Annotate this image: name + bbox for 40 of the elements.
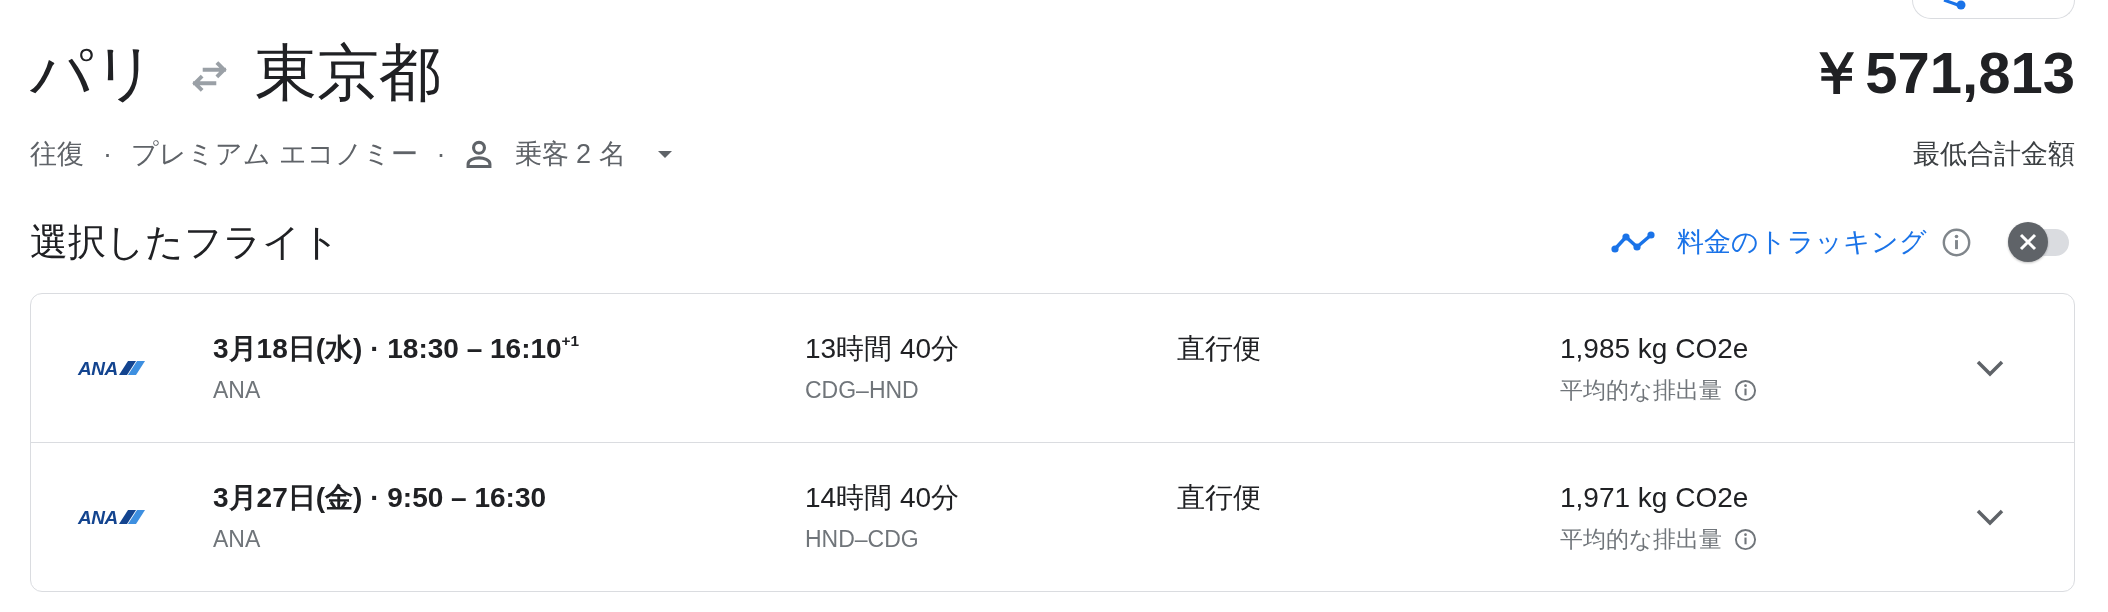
airline-name: ANA: [213, 525, 261, 553]
flight-schedule: 3月27日(金) · 9:50 – 16:30: [213, 481, 547, 515]
chevron-icon: [1976, 359, 2004, 377]
emissions-text: 1,985 kg CO2e: [1560, 332, 1749, 366]
destination-city: 東京都: [255, 37, 441, 109]
flight-route: HND–CDG: [805, 525, 919, 553]
info-icon[interactable]: [1734, 378, 1757, 402]
person-icon: [464, 140, 493, 168]
info-icon[interactable]: [1734, 527, 1757, 551]
stops-text: 直行便: [1177, 332, 1261, 366]
emissions-text: 1,971 kg CO2e: [1560, 481, 1749, 515]
flight-duration: 14時間 40分: [805, 481, 960, 515]
airline-name: ANA: [213, 376, 261, 404]
emissions-label: 平均的な排出量: [1560, 376, 1722, 404]
price-label: 最低合計金額: [1913, 138, 2075, 171]
trend-line-icon: [1611, 231, 1655, 253]
flight-duration: 13時間 40分: [805, 332, 960, 366]
trip-detail: プレミアム エコノミー: [131, 138, 418, 171]
info-icon[interactable]: [1942, 227, 1971, 257]
passengers-dropdown[interactable]: 乗客 2 名: [464, 136, 672, 172]
tracking-toggle[interactable]: [2008, 222, 2069, 262]
section-title: 選択したフライト: [30, 220, 340, 265]
share-icon: [1942, 0, 1966, 10]
airline-logo: ANA: [78, 507, 145, 527]
dropdown-caret-icon: [657, 150, 672, 158]
price-amount: ￥571,813: [1807, 39, 2075, 107]
flight-route: CDG–HND: [805, 376, 919, 404]
dot-separator: ·: [435, 138, 447, 171]
price-tracking-label: 料金のトラッキング: [1677, 226, 1927, 259]
dot-separator: ·: [102, 138, 113, 171]
share-button[interactable]: [1912, 0, 2075, 19]
swap-arrows-icon: [190, 60, 229, 92]
x-icon: [2008, 222, 2048, 262]
stops-text: 直行便: [1177, 481, 1261, 515]
emissions-label: 平均的な排出量: [1560, 525, 1722, 553]
trip-detail: 往復: [30, 138, 84, 171]
origin-city: パリ: [30, 37, 156, 109]
airline-logo: ANA: [78, 358, 145, 378]
flight-schedule: 3月18日(水) · 18:30 – 16:10$^{+1}$: [213, 332, 580, 366]
chevron-icon: [1976, 508, 2004, 526]
